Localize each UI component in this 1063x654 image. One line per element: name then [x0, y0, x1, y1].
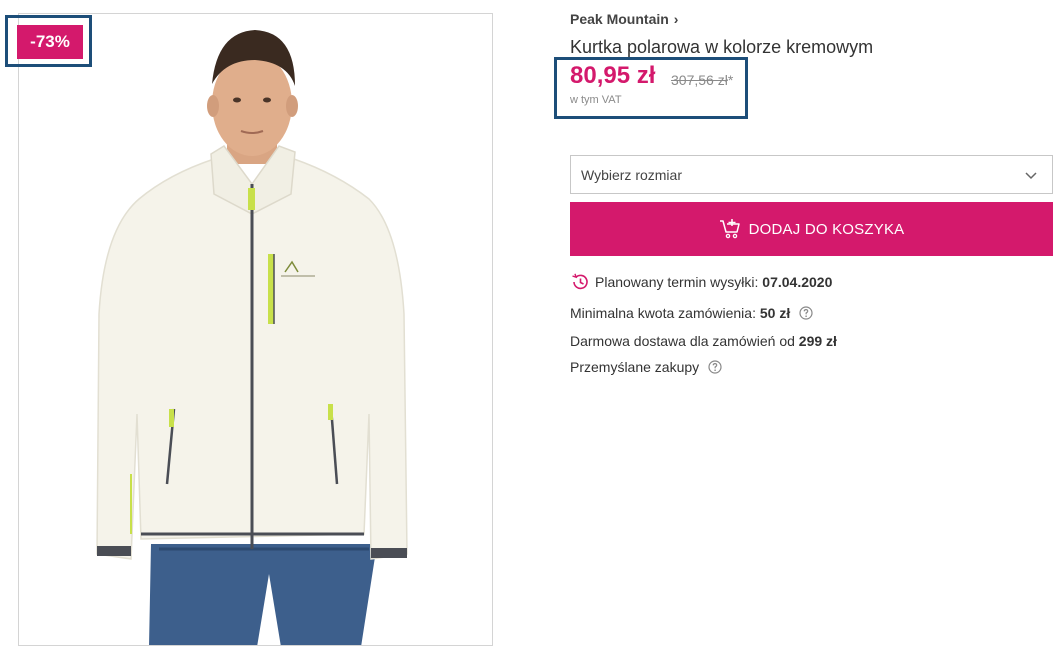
thoughtful-shopping-info: Przemyślane zakupy: [570, 359, 722, 375]
size-select[interactable]: Wybierz rozmiar: [570, 155, 1053, 194]
brand-link[interactable]: Peak Mountain ›: [570, 11, 678, 27]
min-order-info: Minimalna kwota zamówienia: 50 zł: [570, 305, 813, 321]
product-title: Kurtka polarowa w kolorze kremowym: [570, 37, 874, 57]
free-delivery-value: 299 zł: [798, 333, 837, 349]
product-photo: [96, 30, 408, 645]
shipping-date: 07.04.2020: [762, 274, 833, 290]
question-icon[interactable]: [708, 360, 722, 374]
product-image[interactable]: [18, 13, 493, 646]
old-price-value: 307,56 zł: [671, 72, 728, 88]
current-price: 80,95 zł: [570, 62, 656, 89]
thoughtful-shopping-label: Przemyślane zakupy: [570, 359, 700, 375]
shipping-label: Planowany termin wysyłki:: [595, 274, 759, 290]
add-to-cart-button[interactable]: DODAJ DO KOSZYKA: [570, 202, 1053, 256]
size-select-placeholder: Wybierz rozmiar: [581, 167, 682, 183]
vat-note: w tym VAT: [570, 94, 622, 106]
question-icon[interactable]: [799, 306, 813, 320]
cart-plus-icon: [719, 219, 740, 239]
add-to-cart-label: DODAJ DO KOSZYKA: [748, 220, 905, 238]
chevron-down-icon: [1025, 172, 1037, 180]
old-price: 307,56 zł*: [671, 72, 733, 88]
free-delivery-info: Darmowa dostawa dla zamówień od 299 zł: [570, 333, 837, 349]
old-price-asterisk: *: [727, 72, 734, 88]
brand-name: Peak Mountain: [570, 11, 669, 27]
shipping-info: Planowany termin wysyłki: 07.04.2020: [570, 272, 832, 292]
chevron-right-icon: ›: [673, 11, 679, 27]
clock-history-icon: [572, 273, 588, 290]
min-order-value: 50 zł: [759, 305, 791, 321]
free-delivery-label: Darmowa dostawa dla zamówień od: [570, 333, 795, 349]
discount-badge: -73%: [17, 25, 83, 59]
min-order-label: Minimalna kwota zamówienia:: [570, 305, 756, 321]
